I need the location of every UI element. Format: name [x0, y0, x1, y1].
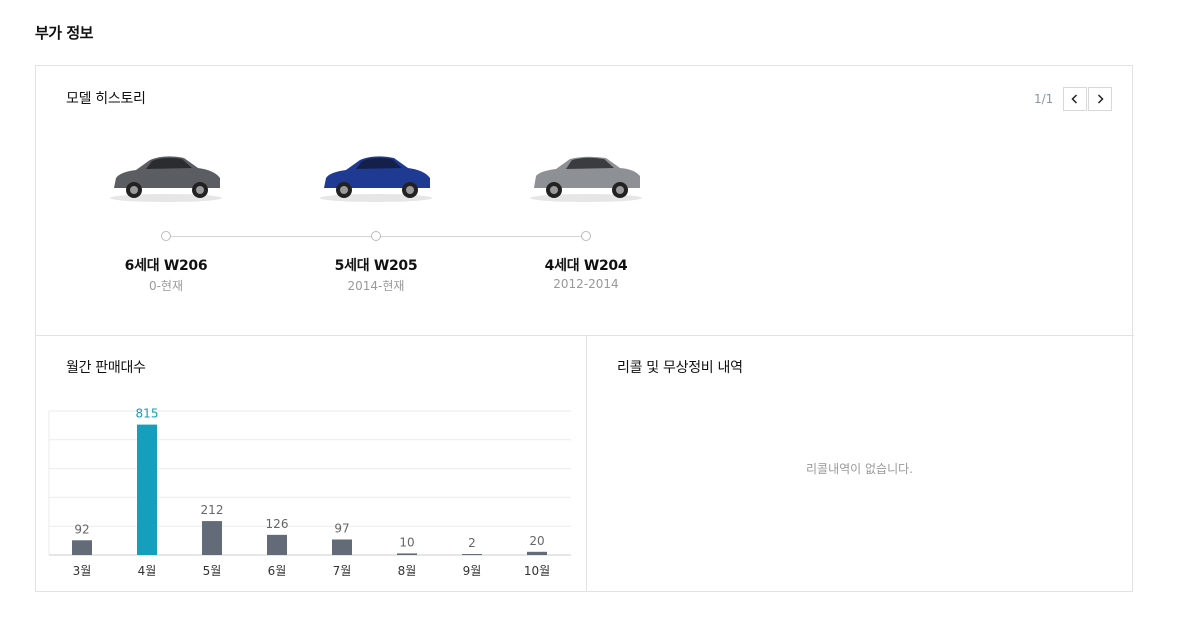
bar[interactable] [462, 554, 482, 555]
x-tick-label: 8월 [398, 564, 417, 578]
model-item[interactable]: 4세대 W204 2012-2014 [501, 146, 671, 291]
chevron-right-icon [1097, 94, 1104, 104]
model-years: 2014-현재 [347, 279, 405, 293]
model-history-title: 모델 히스토리 [66, 91, 146, 107]
pager-prev-button[interactable] [1063, 87, 1087, 111]
recall-section: 리콜 및 무상정비 내역 리콜내역이 없습니다. [587, 335, 1132, 591]
chevron-left-icon [1071, 94, 1078, 104]
x-tick-label: 7월 [333, 564, 352, 578]
bar-value-label: 815 [136, 407, 159, 421]
bar-value-label: 212 [201, 503, 224, 517]
bar-value-label: 92 [74, 522, 89, 536]
car-image [320, 156, 432, 202]
bar[interactable] [397, 553, 417, 555]
x-tick-label: 10월 [524, 564, 550, 578]
recall-empty-message: 리콜내역이 없습니다. [806, 462, 913, 476]
bar[interactable] [527, 551, 547, 555]
additional-info-panel: 모델 히스토리 1/1 6세대 W206 0-현재 5세대 W205 2014-… [35, 65, 1134, 592]
pager-count: 1/1 [1034, 92, 1054, 106]
timeline-dot [371, 231, 381, 241]
bar-value-label: 20 [529, 534, 544, 548]
model-years: 2012-2014 [553, 277, 619, 291]
model-history-section: 모델 히스토리 1/1 6세대 W206 0-현재 5세대 W205 2014-… [36, 66, 1134, 336]
pager-next-button[interactable] [1088, 87, 1112, 111]
bar[interactable] [267, 534, 287, 555]
model-name: 6세대 W206 [124, 258, 208, 274]
timeline-dot [581, 231, 591, 241]
monthly-sales-section: 월간 판매대수 92 3월 815 4월 212 5월 126 6월 97 7월 10 8월 2 9월 20… [36, 335, 587, 591]
bar[interactable] [202, 521, 222, 555]
car-image [110, 156, 222, 202]
bar-value-label: 2 [468, 536, 476, 550]
model-item[interactable]: 5세대 W205 2014-현재 [291, 146, 461, 293]
bar-value-label: 10 [399, 535, 414, 549]
monthly-sales-chart: 92 3월 815 4월 212 5월 126 6월 97 7월 10 8월 2 9월 20 10월 [48, 407, 571, 578]
x-tick-label: 9월 [463, 564, 482, 578]
model-name: 5세대 W205 [334, 258, 418, 274]
x-tick-label: 5월 [203, 564, 222, 578]
bar-value-label: 97 [334, 521, 349, 535]
x-tick-label: 4월 [138, 564, 157, 578]
recall-title: 리콜 및 무상정비 내역 [617, 360, 743, 376]
x-tick-label: 6월 [268, 564, 287, 578]
model-years: 0-현재 [148, 279, 184, 293]
model-item[interactable]: 6세대 W206 0-현재 [81, 146, 251, 293]
bar[interactable] [72, 540, 92, 555]
x-tick-label: 3월 [73, 564, 92, 578]
car-image [530, 156, 642, 202]
bar[interactable] [137, 424, 157, 555]
timeline-dot [161, 231, 171, 241]
model-name: 4세대 W204 [544, 258, 628, 274]
bar[interactable] [332, 539, 352, 555]
bar-value-label: 126 [266, 517, 289, 531]
section-title: 부가 정보 [35, 24, 93, 42]
